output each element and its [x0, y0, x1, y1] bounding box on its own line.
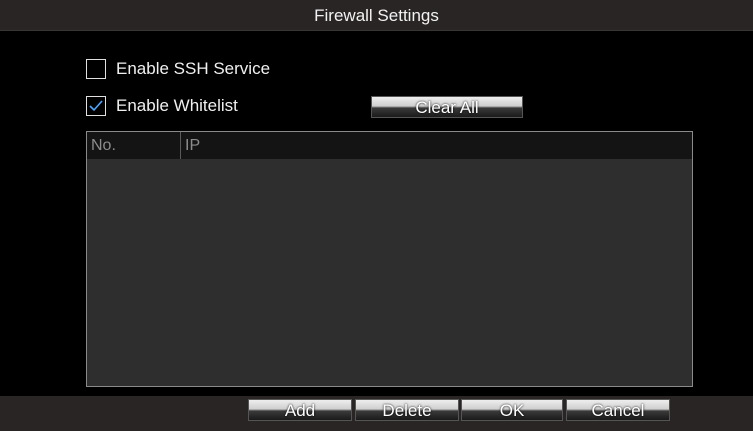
add-button[interactable]: Add	[248, 399, 352, 421]
enable-whitelist-label: Enable Whitelist	[116, 96, 238, 115]
enable-ssh-label: Enable SSH Service	[116, 59, 271, 78]
whitelist-option-row: Enable Whitelist	[86, 94, 238, 118]
whitelist-table: No. IP	[86, 131, 693, 387]
footer-bar: Add Delete OK Cancel	[0, 396, 753, 431]
checkmark-icon	[89, 100, 103, 112]
table-header: No. IP	[87, 132, 692, 159]
enable-whitelist-checkbox[interactable]	[86, 96, 106, 116]
enable-ssh-checkbox[interactable]	[86, 59, 106, 79]
cancel-button[interactable]: Cancel	[566, 399, 670, 421]
title-bar: Firewall Settings	[0, 0, 753, 31]
delete-button[interactable]: Delete	[355, 399, 459, 421]
column-header-no: No.	[87, 132, 181, 159]
firewall-settings-dialog: Firewall Settings Enable SSH Service Ena…	[0, 0, 753, 431]
clear-all-button[interactable]: Clear All	[371, 96, 523, 118]
column-header-ip: IP	[185, 137, 201, 154]
dialog-title: Firewall Settings	[314, 6, 439, 25]
ok-button[interactable]: OK	[461, 399, 563, 421]
ssh-option-row: Enable SSH Service	[86, 57, 270, 81]
